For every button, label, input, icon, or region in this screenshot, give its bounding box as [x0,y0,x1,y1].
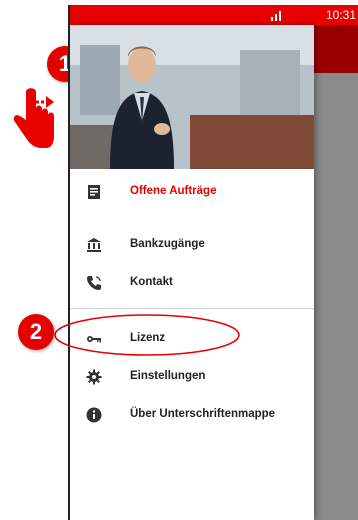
swipe-hand-icon [13,88,54,148]
bank-icon [87,238,101,252]
phone-screen: 10:31 Offene Aufträge Bankzugänge Kontak… [68,5,358,520]
menu-item-bankzugaenge[interactable]: Bankzugänge [70,228,314,262]
menu-label: Bankzugänge [130,238,205,250]
menu-item-einstellungen[interactable]: Einstellungen [70,360,314,394]
highlight-ellipse [54,314,240,356]
menu-label: Offene Aufträge [130,185,217,197]
menu-divider [70,308,314,309]
status-bar: 10:31 [70,5,358,25]
menu-item-offene-auftraege[interactable]: Offene Aufträge [70,175,314,209]
signal-icon [271,11,281,21]
status-time: 10:31 [325,8,356,22]
step-2-badge: 2 [18,314,54,350]
app-toolbar-fragment [310,25,358,73]
menu-label: Über Unterschriftenmappe [130,408,276,420]
document-icon [88,185,100,199]
menu-item-kontakt[interactable]: Kontakt [70,266,314,300]
office-photo [70,25,314,169]
drawer-header-image [70,25,314,169]
gear-icon [86,369,102,385]
menu-item-ueber[interactable]: Über Unterschriftenmappe [70,398,314,432]
info-icon [86,407,102,423]
phone-icon [87,276,101,290]
menu-label: Kontakt [130,276,173,288]
navigation-drawer: Offene Aufträge Bankzugänge Kontakt Lize… [70,25,314,520]
menu-label: Einstellungen [130,370,206,382]
